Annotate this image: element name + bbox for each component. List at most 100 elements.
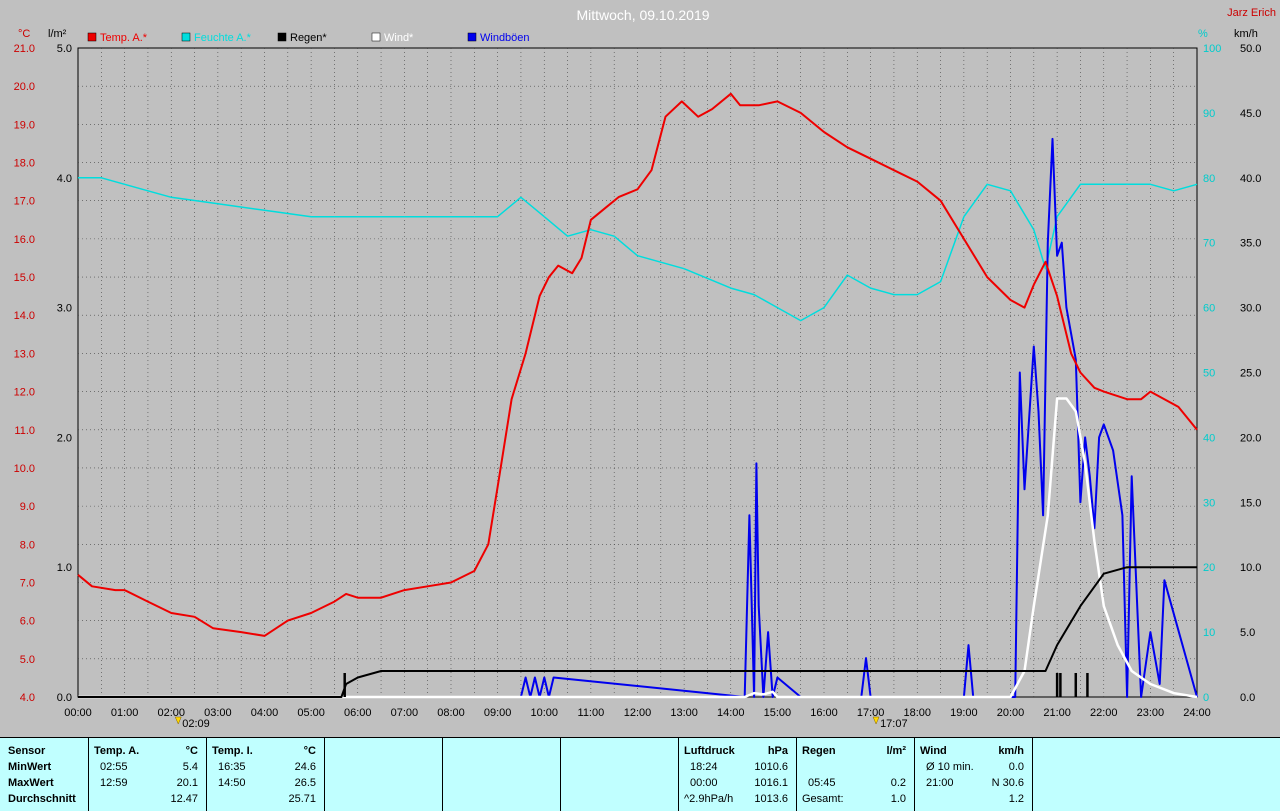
wind-tick-label: 25.0 — [1240, 368, 1261, 380]
time-tick-label: 13:00 — [670, 707, 698, 719]
temp-tick-label: 15.0 — [14, 272, 35, 284]
temp-tick-label: 13.0 — [14, 348, 35, 360]
humidity-tick-label: 40 — [1203, 432, 1215, 444]
time-tick-label: 11:00 — [578, 707, 605, 719]
temp-tick-label: 4.0 — [20, 692, 35, 704]
legend-label-2: Regen* — [290, 32, 327, 44]
wind-unit-label: km/h — [1234, 28, 1258, 40]
wind-tick-label: 5.0 — [1240, 627, 1255, 639]
wind-max-value: N 30.6 — [991, 777, 1024, 789]
humidity-tick-label: 100 — [1203, 43, 1221, 55]
legend-swatch-1 — [181, 32, 191, 42]
time-tick-label: 04:00 — [251, 707, 279, 719]
rain-tick-label: 0.0 — [57, 692, 72, 704]
time-tick-label: 08:00 — [437, 707, 465, 719]
temp-i-unit: °C — [303, 745, 316, 757]
temp-unit-label: °C — [18, 28, 30, 40]
temp-a-min-value: 5.4 — [182, 761, 198, 773]
luftdruck-min-value: 1010.6 — [754, 761, 788, 773]
temp-tick-label: 20.0 — [14, 81, 35, 93]
empty-column-1 — [324, 738, 443, 811]
regen-total: 1.0 — [890, 793, 906, 805]
temp-tick-label: 11.0 — [14, 425, 35, 437]
wind-tick-label: 45.0 — [1240, 108, 1261, 120]
wind-tick-label: 50.0 — [1240, 43, 1261, 55]
luftdruck-min-time: 18:24 — [690, 761, 718, 773]
sunset-time-label: 17:07 — [880, 718, 908, 730]
regen-total-label: Gesamt: — [802, 793, 844, 805]
rain-tick-label: 2.0 — [57, 432, 72, 444]
humidity-tick-label: 10 — [1203, 627, 1215, 639]
time-tick-label: 09:00 — [484, 707, 512, 719]
legend-label-3: Wind* — [384, 32, 414, 44]
legend-swatch-3 — [371, 32, 381, 42]
humidity-tick-label: 30 — [1203, 497, 1215, 509]
temp-tick-label: 19.0 — [14, 119, 35, 131]
wind-min-label: Ø 10 min. — [926, 761, 974, 773]
time-tick-label: 00:00 — [64, 707, 92, 719]
wind-tick-label: 10.0 — [1240, 562, 1261, 574]
time-tick-label: 10:00 — [530, 707, 558, 719]
wind-header: Wind — [920, 745, 947, 757]
regen-max-value: 0.2 — [890, 777, 906, 789]
empty-column-3 — [560, 738, 679, 811]
time-tick-label: 01:00 — [111, 707, 139, 719]
temp-tick-label: 8.0 — [20, 539, 35, 551]
row-label-min: MinWert — [8, 761, 52, 773]
temp-tick-label: 9.0 — [20, 501, 35, 513]
row-label-avg: Durchschnitt — [8, 793, 76, 805]
time-tick-label: 20:00 — [997, 707, 1025, 719]
temp-tick-label: 17.0 — [14, 196, 35, 208]
temp-i-column: Temp. I. °C 16:35 24.6 14:50 26.5 25.71 — [206, 738, 325, 811]
rain-unit-label: l/m² — [48, 28, 67, 40]
humidity-tick-label: 20 — [1203, 562, 1215, 574]
wind-tick-label: 40.0 — [1240, 173, 1261, 185]
rain-tick-label: 5.0 — [57, 43, 72, 55]
wind-tick-label: 20.0 — [1240, 432, 1261, 444]
luftdruck-trend: ^2.9hPa/h — [684, 793, 734, 805]
luftdruck-max-value: 1016.1 — [754, 777, 788, 789]
temp-tick-label: 16.0 — [14, 234, 35, 246]
temp-i-min-time: 16:35 — [218, 761, 246, 773]
temp-i-header: Temp. I. — [212, 745, 253, 757]
time-tick-label: 19:00 — [950, 707, 978, 719]
temp-tick-label: 7.0 — [20, 577, 35, 589]
rain-tick-label: 4.0 — [57, 173, 72, 185]
luftdruck-average: 1013.6 — [754, 793, 788, 805]
weather-chart: Mittwoch, 09.10.2019 Jarz Erich °C l/m² … — [0, 0, 1280, 737]
temp-a-unit: °C — [185, 745, 198, 757]
humidity-tick-label: 70 — [1203, 238, 1215, 250]
legend-label-4: Windböen — [480, 32, 530, 44]
temp-tick-label: 14.0 — [14, 310, 35, 322]
regen-max-time: 05:45 — [808, 777, 836, 789]
rain-tick-label: 3.0 — [57, 303, 72, 315]
luftdruck-unit: hPa — [767, 745, 788, 757]
time-tick-label: 14:00 — [717, 707, 745, 719]
legend-swatch-4 — [467, 32, 477, 42]
temp-a-header: Temp. A. — [94, 745, 140, 757]
time-tick-label: 07:00 — [391, 707, 419, 719]
temp-a-max-value: 20.1 — [176, 777, 198, 789]
wind-average: 1.2 — [1008, 793, 1024, 805]
wind-tick-label: 30.0 — [1240, 303, 1261, 315]
time-tick-label: 12:00 — [624, 707, 652, 719]
wind-tick-label: 15.0 — [1240, 497, 1261, 509]
author-label: Jarz Erich — [1227, 7, 1276, 19]
empty-column-2 — [442, 738, 561, 811]
luftdruck-column: Luftdruck hPa 18:24 1010.6 00:00 1016.1 … — [678, 738, 797, 811]
temp-a-column: Temp. A. °C 02:55 5.4 12:59 20.1 12.47 — [88, 738, 207, 811]
legend-swatch-0 — [87, 32, 97, 42]
temp-tick-label: 12.0 — [14, 387, 35, 399]
temp-i-average: 25.71 — [288, 793, 316, 805]
humidity-tick-label: 80 — [1203, 173, 1215, 185]
temp-tick-label: 6.0 — [20, 616, 35, 628]
sunrise-time-label: 02:09 — [182, 718, 210, 730]
wind-tick-label: 0.0 — [1240, 692, 1255, 704]
wind-min-value: 0.0 — [1008, 761, 1024, 773]
temp-tick-label: 21.0 — [14, 43, 35, 55]
time-tick-label: 21:00 — [1043, 707, 1071, 719]
temp-a-average: 12.47 — [170, 793, 198, 805]
time-tick-label: 23:00 — [1137, 707, 1165, 719]
temp-i-max-value: 26.5 — [294, 777, 316, 789]
humidity-tick-label: 50 — [1203, 368, 1215, 380]
